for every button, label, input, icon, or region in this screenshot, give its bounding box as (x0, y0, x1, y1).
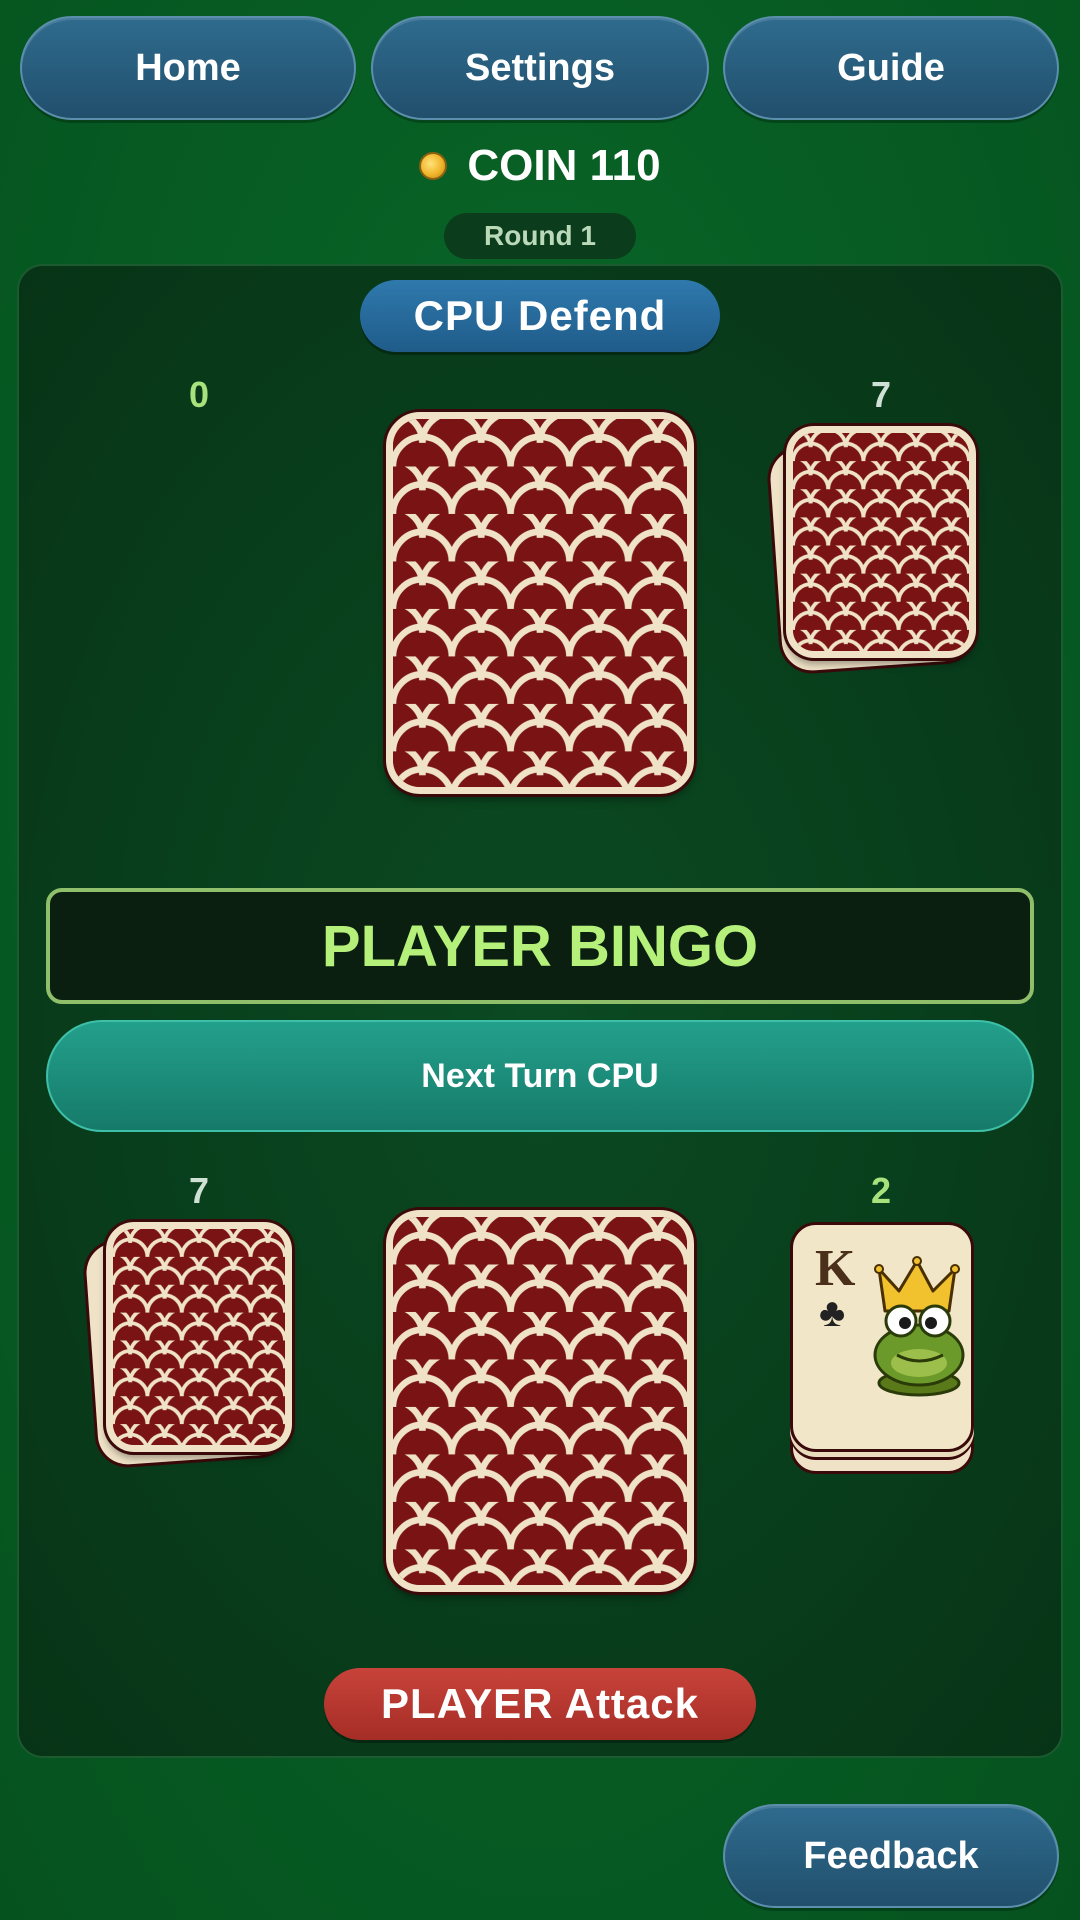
coin-text: COIN 110 (467, 141, 661, 190)
card-rank: K (815, 1240, 856, 1297)
club-suit-icon: ♣ (819, 1291, 846, 1335)
cpu-hand-count: 7 (870, 374, 892, 415)
round-badge: Round 1 (444, 213, 636, 259)
cpu-play-card[interactable] (386, 412, 694, 794)
cpu-role-badge: CPU Defend (360, 280, 720, 352)
result-banner: PLAYER BINGO (46, 888, 1034, 1004)
settings-button[interactable]: Settings (371, 16, 709, 120)
feedback-button[interactable]: Feedback (723, 1804, 1059, 1908)
player-role-badge: PLAYER Attack (324, 1668, 756, 1740)
cpu-hand-stack (786, 426, 976, 658)
home-button[interactable]: Home (20, 16, 356, 120)
frog-king-icon (873, 1256, 965, 1397)
player-pile-count: 2 (870, 1170, 892, 1211)
player-hand-count: 7 (188, 1170, 210, 1211)
next-turn-button[interactable]: Next Turn CPU (46, 1020, 1034, 1132)
coin-icon (419, 152, 448, 180)
player-play-card[interactable] (386, 1210, 694, 1592)
cpu-pile-count: 0 (188, 374, 210, 415)
player-hand-stack[interactable] (106, 1222, 292, 1452)
guide-button[interactable]: Guide (723, 16, 1059, 120)
coin-display: COIN 110 (0, 136, 1080, 196)
king-clubs-card[interactable]: K ♣ (790, 1222, 974, 1452)
